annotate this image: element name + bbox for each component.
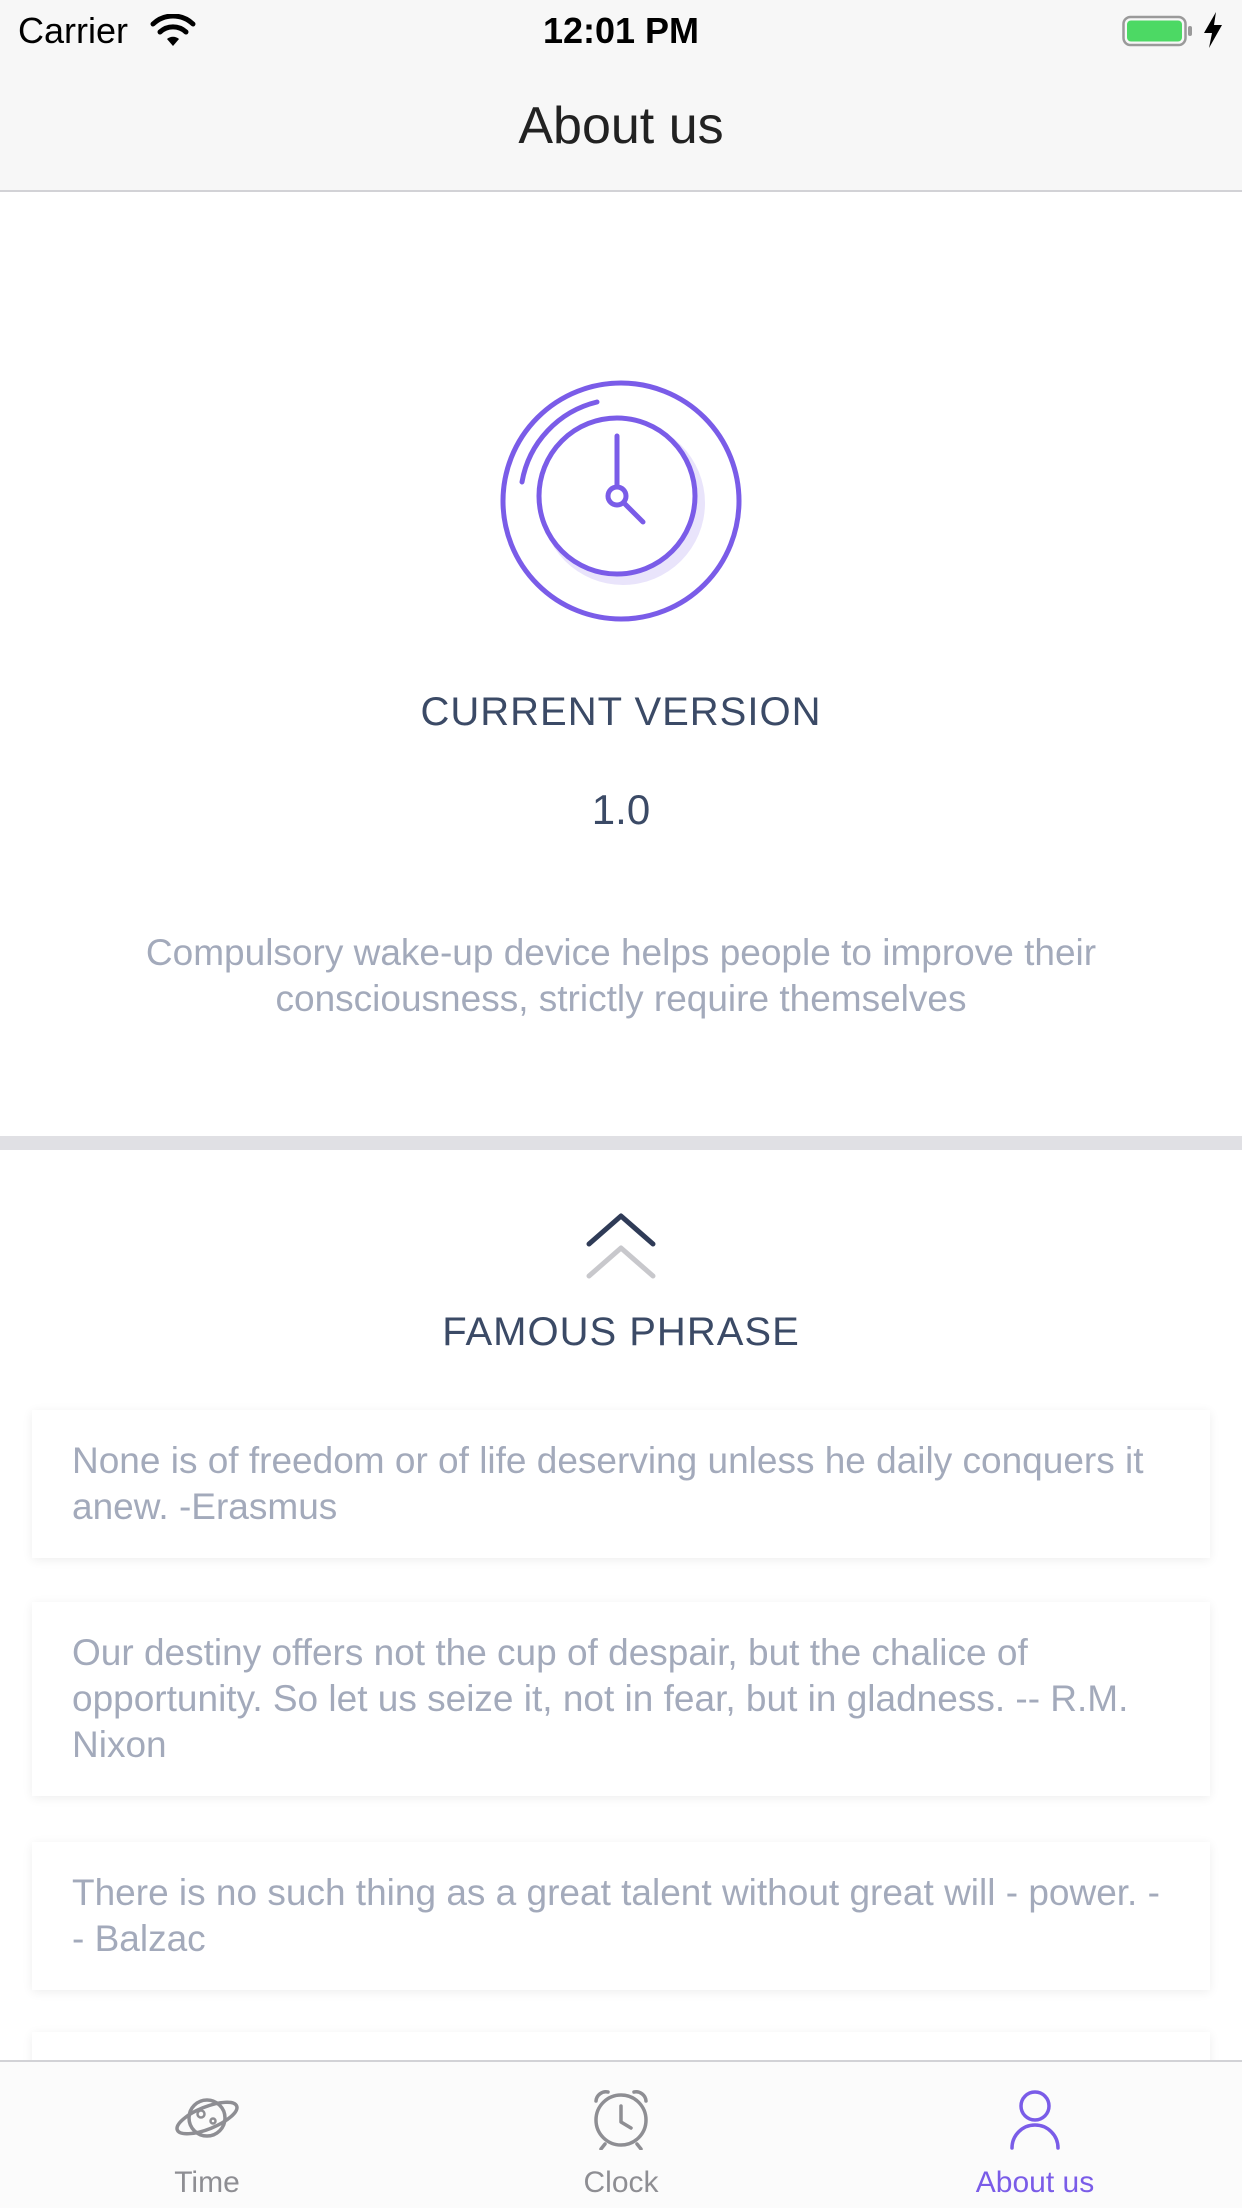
version-label: CURRENT VERSION [420,690,822,734]
famous-phrase-title: FAMOUS PHRASE [442,1310,800,1354]
alarm-clock-icon [594,2090,648,2150]
double-chevron-up-icon[interactable] [584,1212,658,1282]
tab-about-us[interactable]: About us [828,2062,1242,2208]
person-icon [1010,2090,1060,2150]
tab-time[interactable]: Time [0,2062,414,2208]
page-title: About us [518,97,724,155]
tab-about-us-label: About us [975,2166,1095,2199]
status-bar: Carrier 12:01 PM [0,0,1242,60]
tab-time-label: Time [174,2166,240,2199]
section-divider [0,1136,1242,1150]
phrase-text: Our destiny offers not the cup of despai… [72,1632,1129,1765]
clock-logo-icon [500,380,742,622]
planet-icon [175,2098,239,2138]
charging-bolt-icon [1204,12,1222,48]
phrase-card[interactable]: There is no such thing as a great talent… [32,1842,1210,1990]
navigation-bar: About us [0,60,1242,192]
version-value: 1.0 [591,786,651,833]
tab-bar: Time Clock About us [0,2060,1242,2208]
battery-icon [1122,15,1192,47]
phrase-text: There is no such thing as a great talent… [72,1872,1160,1959]
app-description: Compulsory wake-up device helps people t… [145,932,1097,1019]
phrase-card[interactable]: None is of freedom or of life deserving … [32,1410,1210,1558]
tab-clock-label: Clock [583,2166,659,2199]
phrase-text: None is of freedom or of life deserving … [72,1440,1144,1527]
status-time: 12:01 PM [542,10,700,51]
tab-clock[interactable]: Clock [414,2062,828,2208]
phrase-card[interactable]: Our destiny offers not the cup of despai… [32,1602,1210,1796]
